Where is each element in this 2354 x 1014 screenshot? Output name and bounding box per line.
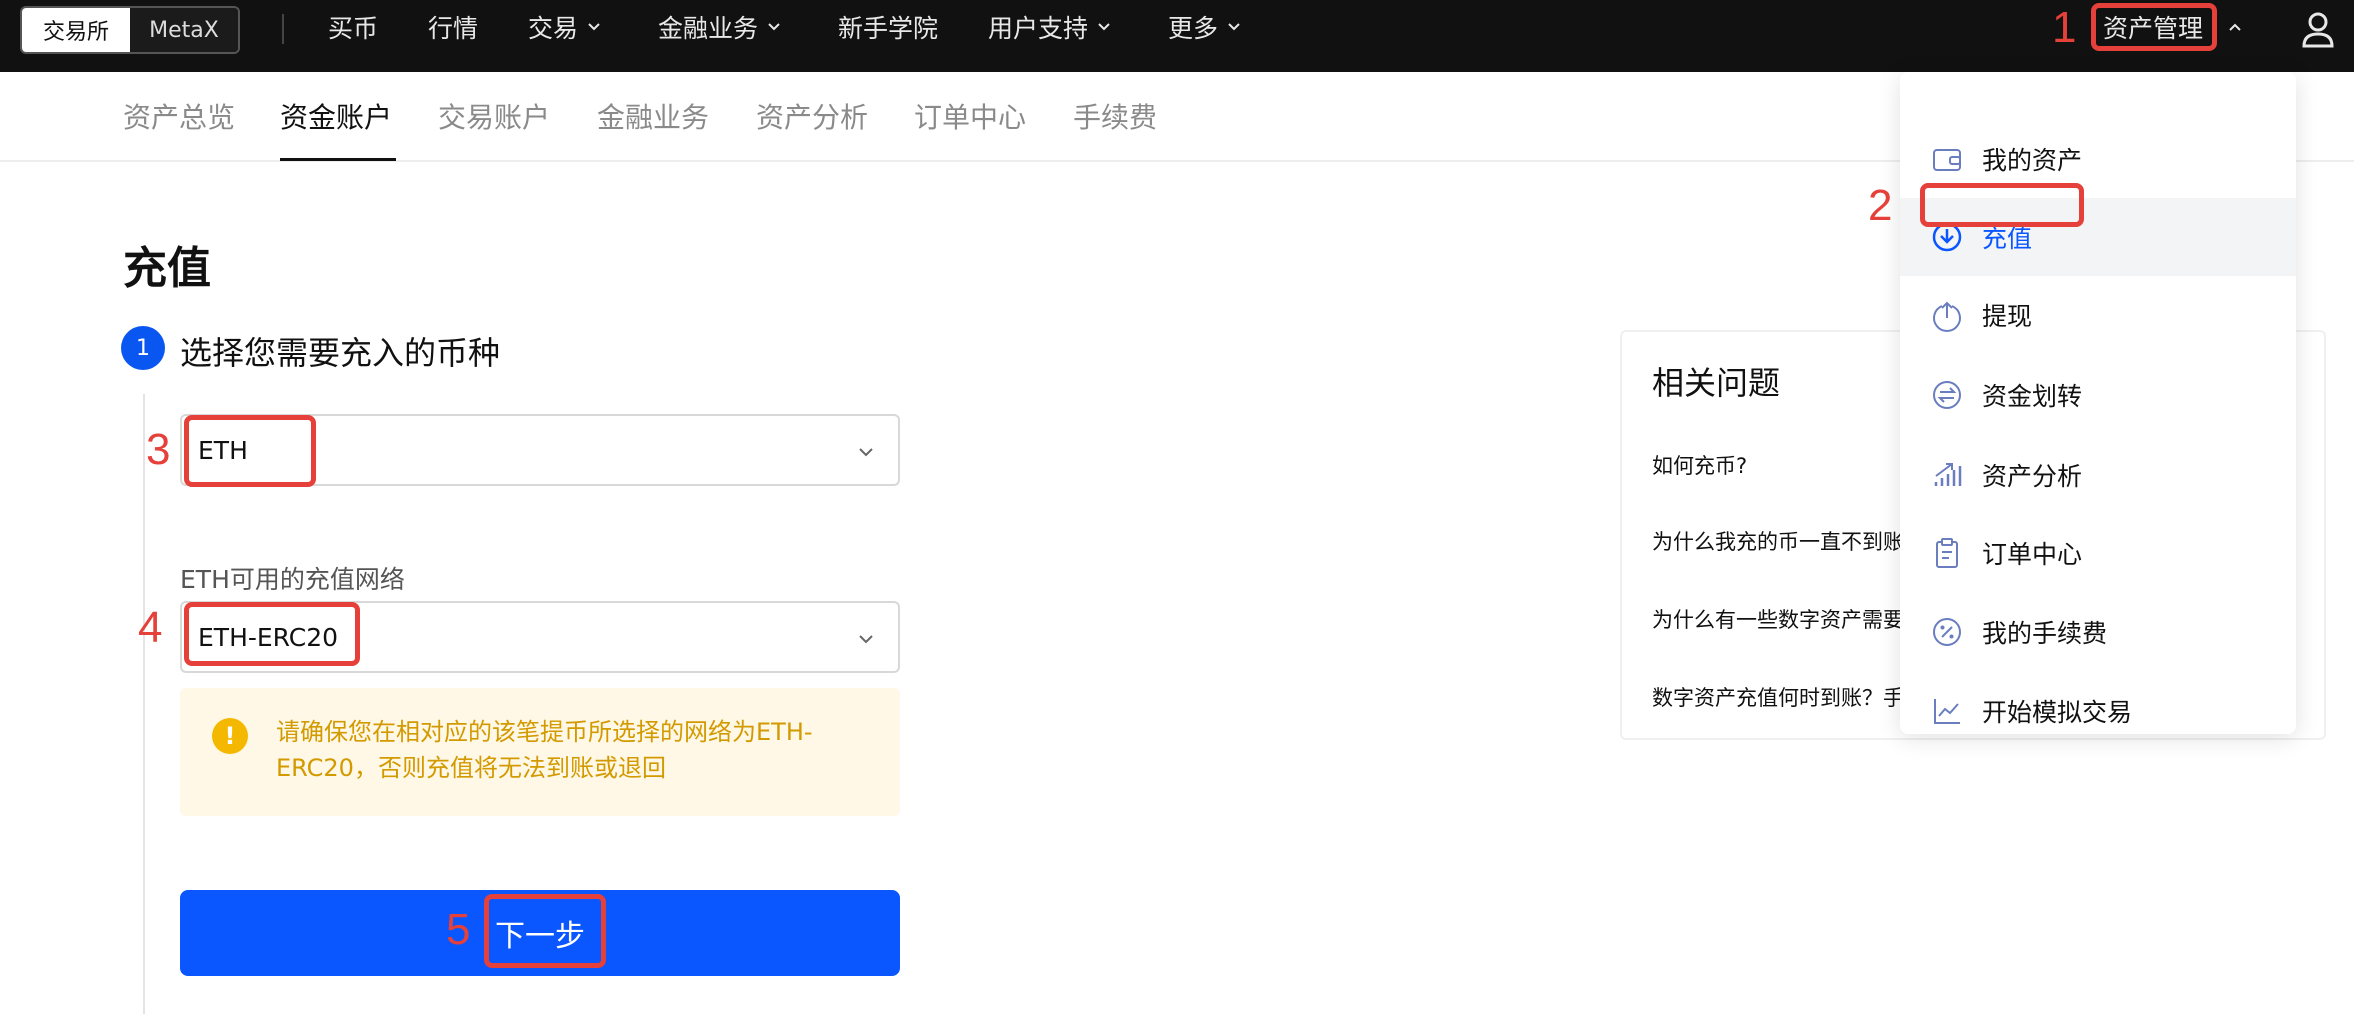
nav-trade[interactable]: 交易 <box>528 0 602 54</box>
tab-finance[interactable]: 金融业务 <box>597 96 709 136</box>
chevron-down-icon <box>588 23 600 31</box>
menu-item-transfer[interactable]: 资金划转 <box>1900 356 2296 434</box>
tab-asset-overview[interactable]: 资产总览 <box>123 96 235 136</box>
faq-item[interactable]: 如何充币? <box>1652 450 1747 480</box>
warning-text: 请确保您在相对应的该笔提币所选择的网络为ETH-ERC20，否则充值将无法到账或… <box>276 718 813 782</box>
annotation-box <box>184 602 360 666</box>
annotation-box <box>1920 183 2084 227</box>
tab-asset-analysis[interactable]: 资产分析 <box>756 96 868 136</box>
menu-item-order-center[interactable]: 订单中心 <box>1900 514 2296 592</box>
analysis-icon <box>1934 463 1962 486</box>
nav-divider <box>282 14 284 44</box>
fee-icon <box>1933 618 1961 646</box>
faq-item[interactable]: 数字资产充值何时到账？手 <box>1652 682 1904 712</box>
warning-icon: ! <box>212 718 248 754</box>
network-label: ETH可用的充值网络 <box>180 565 405 594</box>
chevron-down-icon <box>768 23 780 31</box>
chevron-down-icon <box>1228 23 1240 31</box>
nav-support[interactable]: 用户支持 <box>988 0 1112 54</box>
nav-more[interactable]: 更多 <box>1168 0 1242 54</box>
nav-markets[interactable]: 行情 <box>428 0 478 54</box>
annotation-number: 2 <box>1868 181 1893 230</box>
menu-item-withdraw[interactable]: 提现 <box>1900 276 2296 354</box>
chevron-down-icon <box>1098 23 1110 31</box>
step-number: 1 <box>121 326 165 370</box>
tab-trading-account[interactable]: 交易账户 <box>438 96 550 136</box>
annotation-box <box>2091 3 2217 51</box>
clipboard-icon <box>1936 538 1958 568</box>
step-title: 选择您需要充入的币种 <box>180 334 501 372</box>
page-title: 充值 <box>123 243 211 294</box>
active-tab-underline <box>280 158 396 161</box>
wallet-icon <box>1933 149 1961 171</box>
platform-switch: 交易所 MetaX <box>20 6 240 54</box>
chart-line-icon <box>1934 699 1960 724</box>
segment-exchange[interactable]: 交易所 <box>22 8 130 52</box>
annotation-number: 4 <box>138 603 163 652</box>
menu-item-demo-trading[interactable]: 开始模拟交易 <box>1900 672 2296 750</box>
nav-academy[interactable]: 新手学院 <box>838 0 938 54</box>
top-nav: 交易所 MetaX 买币 行情 交易 金融业务 新手学院 用户支持 更多 资产管… <box>0 0 2354 72</box>
chevron-down-icon <box>859 635 873 644</box>
menu-item-asset-analysis[interactable]: 资产分析 <box>1900 436 2296 514</box>
annotation-number: 5 <box>446 905 471 954</box>
faq-title: 相关问题 <box>1652 364 1781 402</box>
tab-order-center[interactable]: 订单中心 <box>914 96 1026 136</box>
faq-item[interactable]: 为什么有一些数字资产需要 <box>1652 604 1904 634</box>
nav-buy-crypto[interactable]: 买币 <box>328 0 378 54</box>
transfer-icon <box>1933 381 1961 409</box>
annotation-number: 1 <box>2052 3 2077 52</box>
user-icon[interactable] <box>2300 10 2336 50</box>
chevron-down-icon <box>859 448 873 457</box>
segment-metax[interactable]: MetaX <box>130 8 238 52</box>
network-warning: ! 请确保您在相对应的该笔提币所选择的网络为ETH-ERC20，否则充值将无法到… <box>180 688 900 816</box>
chevron-up-icon <box>2229 23 2241 31</box>
annotation-box <box>184 415 316 487</box>
asset-management-menu: 我的资产 充值 提现 资金划转 资产分析 订单中心 我的手续费 开始模拟交易 <box>1900 72 2296 734</box>
tab-funding-account[interactable]: 资金账户 <box>280 96 392 136</box>
menu-item-my-fees[interactable]: 我的手续费 <box>1900 593 2296 671</box>
faq-item[interactable]: 为什么我充的币一直不到账 <box>1652 526 1904 556</box>
withdraw-icon <box>1933 301 1961 332</box>
annotation-number: 3 <box>146 425 171 474</box>
step-line <box>143 394 145 1014</box>
tab-fees[interactable]: 手续费 <box>1073 96 1157 136</box>
annotation-box <box>484 894 606 968</box>
nav-finance[interactable]: 金融业务 <box>658 0 782 54</box>
